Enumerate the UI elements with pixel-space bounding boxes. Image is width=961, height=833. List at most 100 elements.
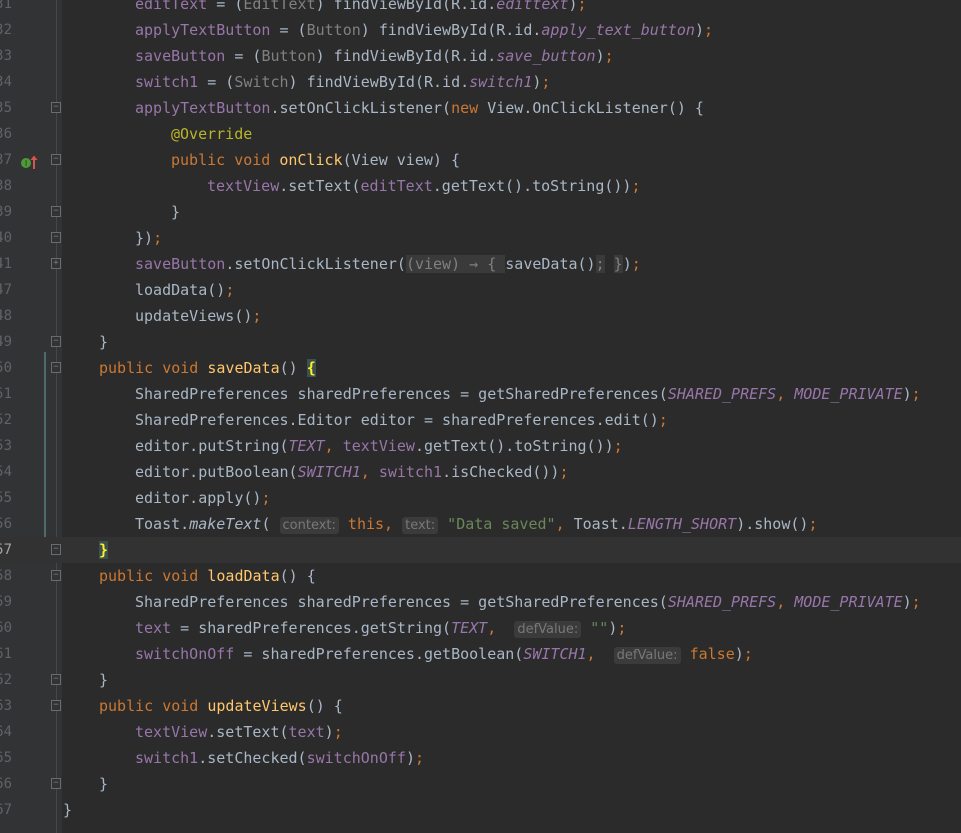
code-line[interactable]: 53 editor.putString(TEXT, textView.getTex…	[0, 433, 961, 459]
fold-collapse-icon[interactable]: −	[51, 336, 61, 347]
parameter-hint: defValue:	[613, 647, 681, 664]
line-number[interactable]: 49	[0, 329, 12, 355]
code-token: switch1	[135, 749, 199, 767]
line-number[interactable]: 66	[0, 771, 12, 797]
code-line[interactable]: 66 −}	[0, 771, 961, 797]
fold-collapse-icon[interactable]: −	[51, 232, 61, 243]
line-number[interactable]: 55	[0, 485, 12, 511]
code-line[interactable]: 65 switch1.setChecked(switchOnOff);	[0, 745, 961, 771]
code-line[interactable]: 31 editText = (EditText) findViewById(R.i…	[0, 0, 961, 17]
line-number[interactable]: 48	[0, 303, 12, 329]
override-method-icon[interactable]: I	[20, 152, 40, 169]
line-number[interactable]: 62	[0, 667, 12, 693]
code-line[interactable]: 36 @Override	[0, 121, 961, 147]
fold-collapse-icon[interactable]: −	[51, 674, 61, 685]
fold-expand-icon[interactable]: +	[51, 258, 61, 269]
code-text: editText = (EditText) findViewById(R.id.…	[135, 0, 587, 17]
line-number[interactable]: 52	[0, 407, 12, 433]
line-number[interactable]: 63	[0, 693, 12, 719]
line-number[interactable]: 54	[0, 459, 12, 485]
code-token: saveButton	[135, 47, 226, 65]
code-line[interactable]: 49 −}	[0, 329, 961, 355]
line-number[interactable]: 56	[0, 511, 12, 537]
code-line[interactable]: 64 textView.setText(text);	[0, 719, 961, 745]
line-number[interactable]: 64	[0, 719, 12, 745]
code-line[interactable]: 56Toast.makeText( context: this, text: "…	[0, 511, 961, 537]
code-text: editor.apply();	[135, 485, 270, 511]
code-text: loadData();	[135, 277, 234, 303]
code-token: }	[99, 541, 109, 559]
line-number[interactable]: 51	[0, 381, 12, 407]
code-line[interactable]: 37 I − public void onClick(View view) {	[0, 147, 961, 173]
fold-collapse-icon[interactable]: −	[51, 362, 61, 373]
fold-collapse-icon[interactable]: −	[51, 544, 61, 555]
fold-collapse-icon[interactable]: −	[51, 206, 61, 217]
code-token: text	[135, 619, 172, 637]
code-line[interactable]: 60 text = sharedPreferences.getString(TEX…	[0, 615, 961, 641]
line-number[interactable]: 50	[0, 355, 12, 381]
code-line[interactable]: 33 saveButton = (Button) findViewById(R.i…	[0, 43, 961, 69]
code-line[interactable]: 57 −}	[0, 537, 961, 563]
code-line[interactable]: 32 applyTextButton = (Button) findViewByI…	[0, 17, 961, 43]
line-number[interactable]: 35	[0, 95, 12, 121]
code-token: ;	[252, 307, 262, 325]
line-number[interactable]: 33	[0, 43, 12, 69]
code-text: applyTextButton.setOnClickListener(new V…	[135, 95, 704, 121]
code-line[interactable]: 39 −}	[0, 199, 961, 225]
code-line[interactable]: 52 SharedPreferences.Editor editor = shar…	[0, 407, 961, 433]
code-line[interactable]: 48 updateViews();	[0, 303, 961, 329]
code-token: = sharedPreferences.getString(	[171, 619, 452, 637]
fold-collapse-icon[interactable]: −	[51, 102, 61, 113]
code-token: .getText().toString())	[432, 177, 632, 195]
line-number[interactable]: 53	[0, 433, 12, 459]
code-line[interactable]: 50 − public void saveData() {	[0, 355, 961, 381]
code-token: ,	[324, 437, 343, 455]
fold-collapse-icon[interactable]: −	[51, 700, 61, 711]
line-number[interactable]: 59	[0, 589, 12, 615]
line-number[interactable]: 65	[0, 745, 12, 771]
line-number[interactable]: 39	[0, 199, 12, 225]
folded-lambda[interactable]: ;	[595, 255, 605, 273]
line-number[interactable]: 47	[0, 277, 12, 303]
code-line[interactable]: 40 −});	[0, 225, 961, 251]
code-line[interactable]: 41 + saveButton.setOnClickListener((view) …	[0, 251, 961, 277]
line-number[interactable]: 40	[0, 225, 12, 251]
fold-collapse-icon[interactable]: −	[51, 778, 61, 789]
line-number[interactable]: 41	[0, 251, 12, 277]
line-number[interactable]: 57	[0, 537, 12, 563]
line-number[interactable]: 61	[0, 641, 12, 667]
code-line[interactable]: 67}	[0, 797, 961, 823]
code-line[interactable]: 62 −}	[0, 667, 961, 693]
code-line[interactable]: 54 editor.putBoolean(SWITCH1, switch1.isC…	[0, 459, 961, 485]
code-line[interactable]: 59 SharedPreferences sharedPreferences = …	[0, 589, 961, 615]
line-number[interactable]: 36	[0, 121, 12, 147]
code-line[interactable]: 38 textView.setText(editText.getText().to…	[0, 173, 961, 199]
code-line[interactable]: 58 − public void loadData() {	[0, 563, 961, 589]
line-number[interactable]: 58	[0, 563, 12, 589]
code-line[interactable]: 47 loadData();	[0, 277, 961, 303]
code-token: View.OnClickListener() {	[487, 99, 704, 117]
code-line[interactable]: 63 − public void updateViews() {	[0, 693, 961, 719]
line-number[interactable]: 67	[0, 797, 12, 823]
code-line[interactable]: 35 − applyTextButton.setOnClickListener(ne…	[0, 95, 961, 121]
parameter-hint: context:	[279, 517, 339, 534]
line-number[interactable]: 31	[0, 0, 12, 17]
line-number[interactable]: 37	[0, 147, 12, 173]
fold-collapse-icon[interactable]: −	[51, 570, 61, 581]
code-line[interactable]: 55 editor.apply();	[0, 485, 961, 511]
line-number[interactable]: 34	[0, 69, 12, 95]
line-number[interactable]: 60	[0, 615, 12, 641]
code-line[interactable]: 61 switchOnOff = sharedPreferences.getBoo…	[0, 641, 961, 667]
line-number[interactable]: 38	[0, 173, 12, 199]
code-editor[interactable]: 31 editText = (EditText) findViewById(R.i…	[0, 0, 961, 823]
line-number[interactable]: 32	[0, 17, 12, 43]
code-line[interactable]: 34switch1 = (Switch) findViewById(R.id.s…	[0, 69, 961, 95]
folded-lambda[interactable]: (view) → {	[405, 255, 506, 273]
code-token: textView	[135, 723, 208, 741]
folded-lambda[interactable]: }	[613, 255, 623, 273]
fold-collapse-icon[interactable]: −	[51, 154, 61, 165]
code-line[interactable]: 51 SharedPreferences sharedPreferences = …	[0, 381, 961, 407]
code-token: switchOnOff	[135, 645, 235, 663]
code-token: public void	[99, 567, 208, 585]
code-token: = (	[198, 73, 235, 91]
